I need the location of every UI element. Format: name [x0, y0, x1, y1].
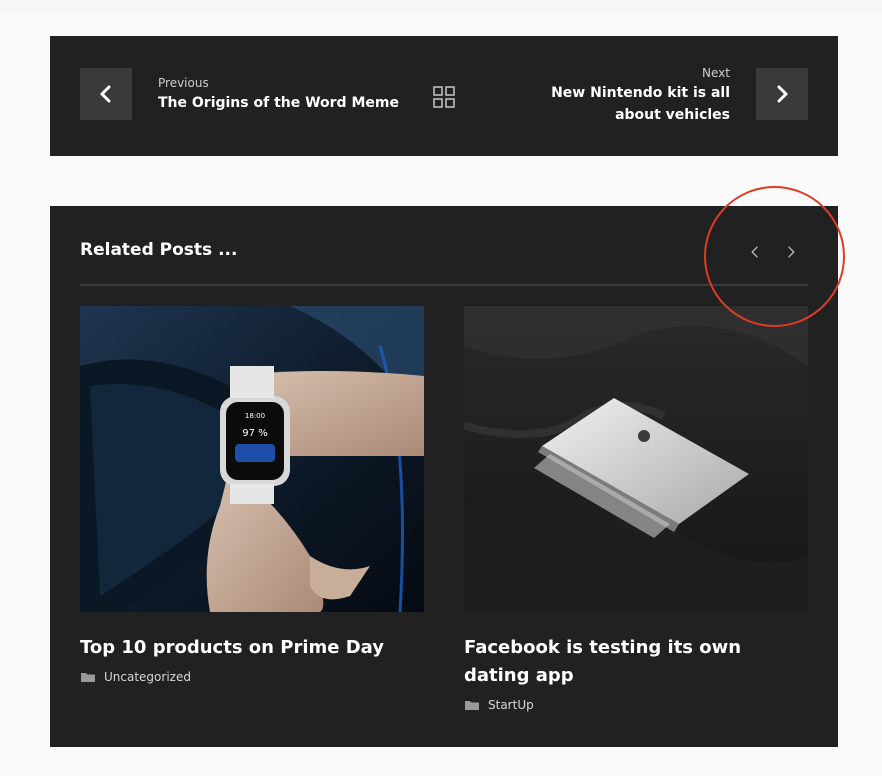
- post-category-label: StartUp: [488, 698, 534, 712]
- watch-time: 18:00: [245, 412, 265, 420]
- related-post-card: Facebook is testing its own dating app S…: [464, 306, 808, 712]
- previous-label: Previous: [158, 76, 209, 90]
- chevron-left-icon: [751, 246, 758, 258]
- folder-icon: [465, 701, 479, 710]
- post-navigation: Previous The Origins of the Word Meme Ne…: [50, 36, 838, 156]
- carousel-next-button[interactable]: [781, 242, 801, 262]
- watch-battery: 97 %: [242, 428, 267, 439]
- next-post-link[interactable]: Next New Nintendo kit is all about vehic…: [520, 66, 730, 126]
- chevron-left-icon: [100, 85, 111, 103]
- previous-post-link[interactable]: Previous The Origins of the Word Meme: [158, 76, 418, 114]
- previous-post-title: The Origins of the Word Meme: [158, 95, 399, 111]
- post-category[interactable]: Uncategorized: [80, 670, 424, 684]
- related-posts-section: Related Posts ... 18:00 97 % Top 10 prod…: [50, 206, 838, 747]
- post-thumbnail-laptop[interactable]: [464, 306, 808, 612]
- section-divider: [80, 284, 808, 286]
- next-post-title: New Nintendo kit is all about vehicles: [551, 85, 730, 123]
- related-posts-title: Related Posts ...: [80, 240, 238, 260]
- post-thumbnail-smartwatch[interactable]: 18:00 97 %: [80, 306, 424, 612]
- post-title[interactable]: Facebook is testing its own dating app: [464, 634, 808, 690]
- carousel-prev-button[interactable]: [745, 242, 765, 262]
- next-post-button[interactable]: [756, 68, 808, 120]
- post-category[interactable]: StartUp: [464, 698, 808, 712]
- laptop-photo: [464, 306, 808, 612]
- post-category-label: Uncategorized: [104, 670, 191, 684]
- previous-post-button[interactable]: [80, 68, 132, 120]
- smartwatch-photo: 18:00 97 %: [80, 306, 424, 612]
- next-label: Next: [702, 66, 730, 80]
- folder-icon: [81, 673, 95, 682]
- chevron-right-icon: [788, 246, 795, 258]
- chevron-right-icon: [777, 85, 788, 103]
- post-title[interactable]: Top 10 products on Prime Day: [80, 634, 424, 662]
- related-post-card: 18:00 97 % Top 10 products on Prime Day …: [80, 306, 424, 684]
- grid-icon[interactable]: [432, 85, 456, 109]
- top-strip: [0, 0, 882, 14]
